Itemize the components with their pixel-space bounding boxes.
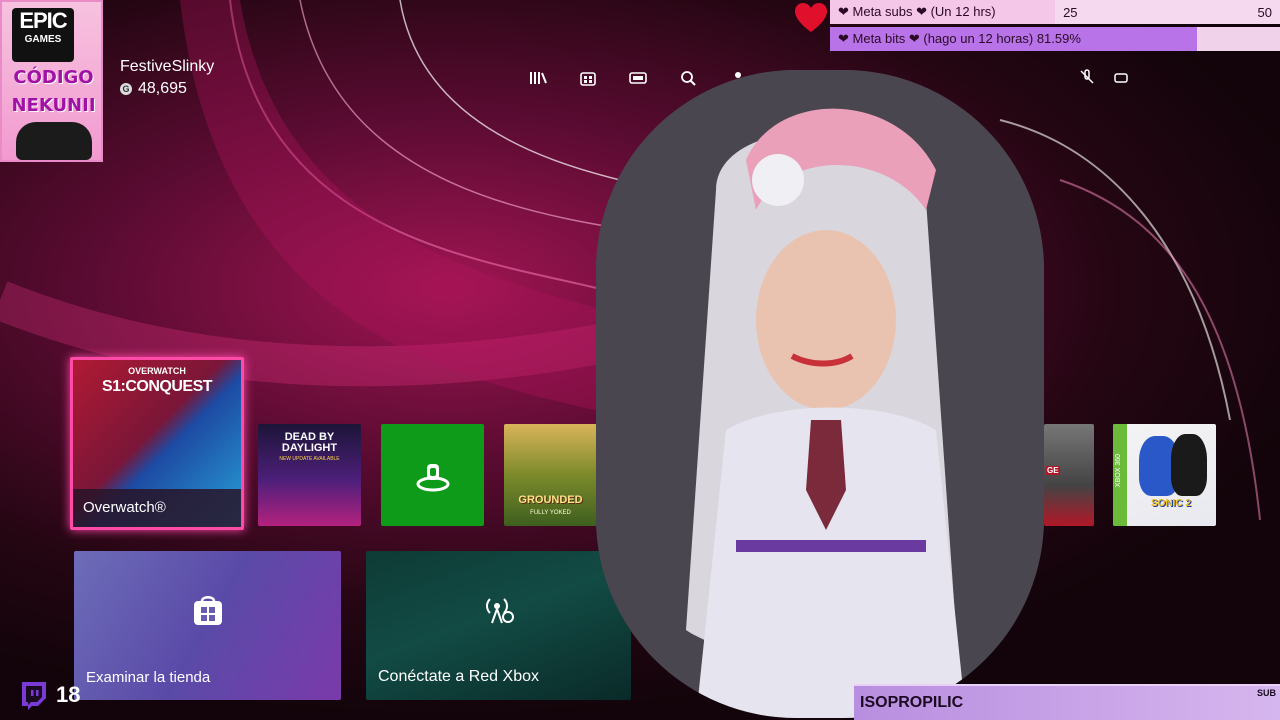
xbox-network-tile[interactable]: Conéctate a Red Xbox (366, 551, 631, 700)
mascot-image (16, 122, 92, 160)
game-tile-text: GE (1046, 466, 1060, 475)
subscriber-name: ISOPROPILIC (860, 694, 964, 711)
dbd-subtitle: NEW UPDATE AVAILABLE (279, 456, 340, 462)
stream-goals: ❤ Meta subs ❤ (Un 12 hrs) 25 50 ❤ Meta b… (830, 0, 1280, 54)
bits-goal-bar: ❤ Meta bits ❤ (hago un 12 horas) 81.59% (830, 27, 1280, 51)
store-bag-icon (194, 596, 222, 625)
epic-brand: EPIC (19, 8, 67, 33)
epic-code-line2: NEKUNII (11, 95, 96, 116)
epic-code-text: CÓDIGO NEKUNII (6, 64, 101, 120)
sonic-2-tile[interactable]: XBOX 360 SONIC 2 (1113, 424, 1216, 526)
subs-goal-current: 25 (1063, 4, 1078, 20)
overwatch-season: S1:CONQUEST (101, 378, 213, 395)
browse-store-tile[interactable]: Examinar la tienda (74, 551, 341, 700)
xbox-network-label: Conéctate a Red Xbox (378, 668, 539, 685)
overwatch-tile[interactable]: OVERWATCH S1:CONQUEST Overwatch® (70, 357, 244, 530)
sub-tag: SUB (1256, 688, 1276, 698)
gamerscore-value: 48,695 (138, 80, 187, 97)
subs-goal-bar: ❤ Meta subs ❤ (Un 12 hrs) 25 50 (830, 0, 1280, 24)
status-bar (1078, 68, 1130, 86)
sonic-title: SONIC 2 (1151, 498, 1192, 509)
gamerscore: G 48,695 (120, 80, 214, 98)
dbd-title: DEAD BY DAYLIGHT (281, 431, 338, 454)
streamer-image (596, 70, 1044, 718)
twitch-icon (22, 682, 46, 710)
game-pass-tile[interactable] (381, 424, 484, 526)
game-pass-logo-icon (416, 464, 449, 492)
bits-goal-label: ❤ Meta bits ❤ (hago un 12 horas) 81.59% (838, 31, 1081, 46)
profile-info[interactable]: FestiveSlinky G 48,695 (120, 58, 214, 98)
gamerscore-icon: G (120, 83, 132, 95)
dead-by-daylight-tile[interactable]: DEAD BY DAYLIGHT NEW UPDATE AVAILABLE (258, 424, 361, 526)
network-settings-icon (486, 598, 514, 624)
subs-goal-label: ❤ Meta subs ❤ (Un 12 hrs) (838, 4, 996, 19)
overwatch-label: Overwatch® (73, 489, 241, 527)
viewer-count: 18 (18, 680, 80, 710)
grounded-tile[interactable]: GROUNDED FULLY YOKED (504, 424, 597, 526)
epic-code-overlay: EPIC GAMES CÓDIGO NEKUNII (0, 0, 103, 162)
gamertag: FestiveSlinky (120, 58, 215, 75)
sub-alert-banner: ISOPROPILIC SUB (854, 684, 1280, 720)
webcam-overlay (596, 70, 1044, 718)
browse-store-label: Examinar la tienda (86, 669, 211, 686)
game-tile[interactable]: GE (1044, 424, 1094, 526)
epic-sub: GAMES (24, 34, 62, 45)
epic-games-logo: EPIC GAMES (12, 8, 74, 62)
library-icon[interactable] (528, 68, 548, 88)
epic-code-line1: CÓDIGO (13, 67, 94, 88)
xbox360-label: XBOX 360 (1115, 454, 1122, 488)
store-icon[interactable] (578, 68, 598, 88)
xbox360-strip: XBOX 360 (1113, 424, 1127, 526)
overwatch-head: OVERWATCH (128, 366, 186, 376)
top-nav (528, 68, 748, 88)
heart-icon (795, 3, 827, 32)
grounded-title: GROUNDED (518, 494, 583, 506)
game-pass-icon[interactable] (628, 68, 648, 88)
grounded-sub: FULLY YOKED (530, 510, 571, 516)
mic-muted-icon[interactable] (1078, 68, 1096, 86)
shadow-character (1171, 434, 1207, 496)
viewer-count-value: 18 (56, 682, 81, 707)
subs-goal-target: 50 (1257, 4, 1272, 20)
controller-icon[interactable] (1112, 68, 1130, 86)
search-icon[interactable] (678, 68, 698, 88)
